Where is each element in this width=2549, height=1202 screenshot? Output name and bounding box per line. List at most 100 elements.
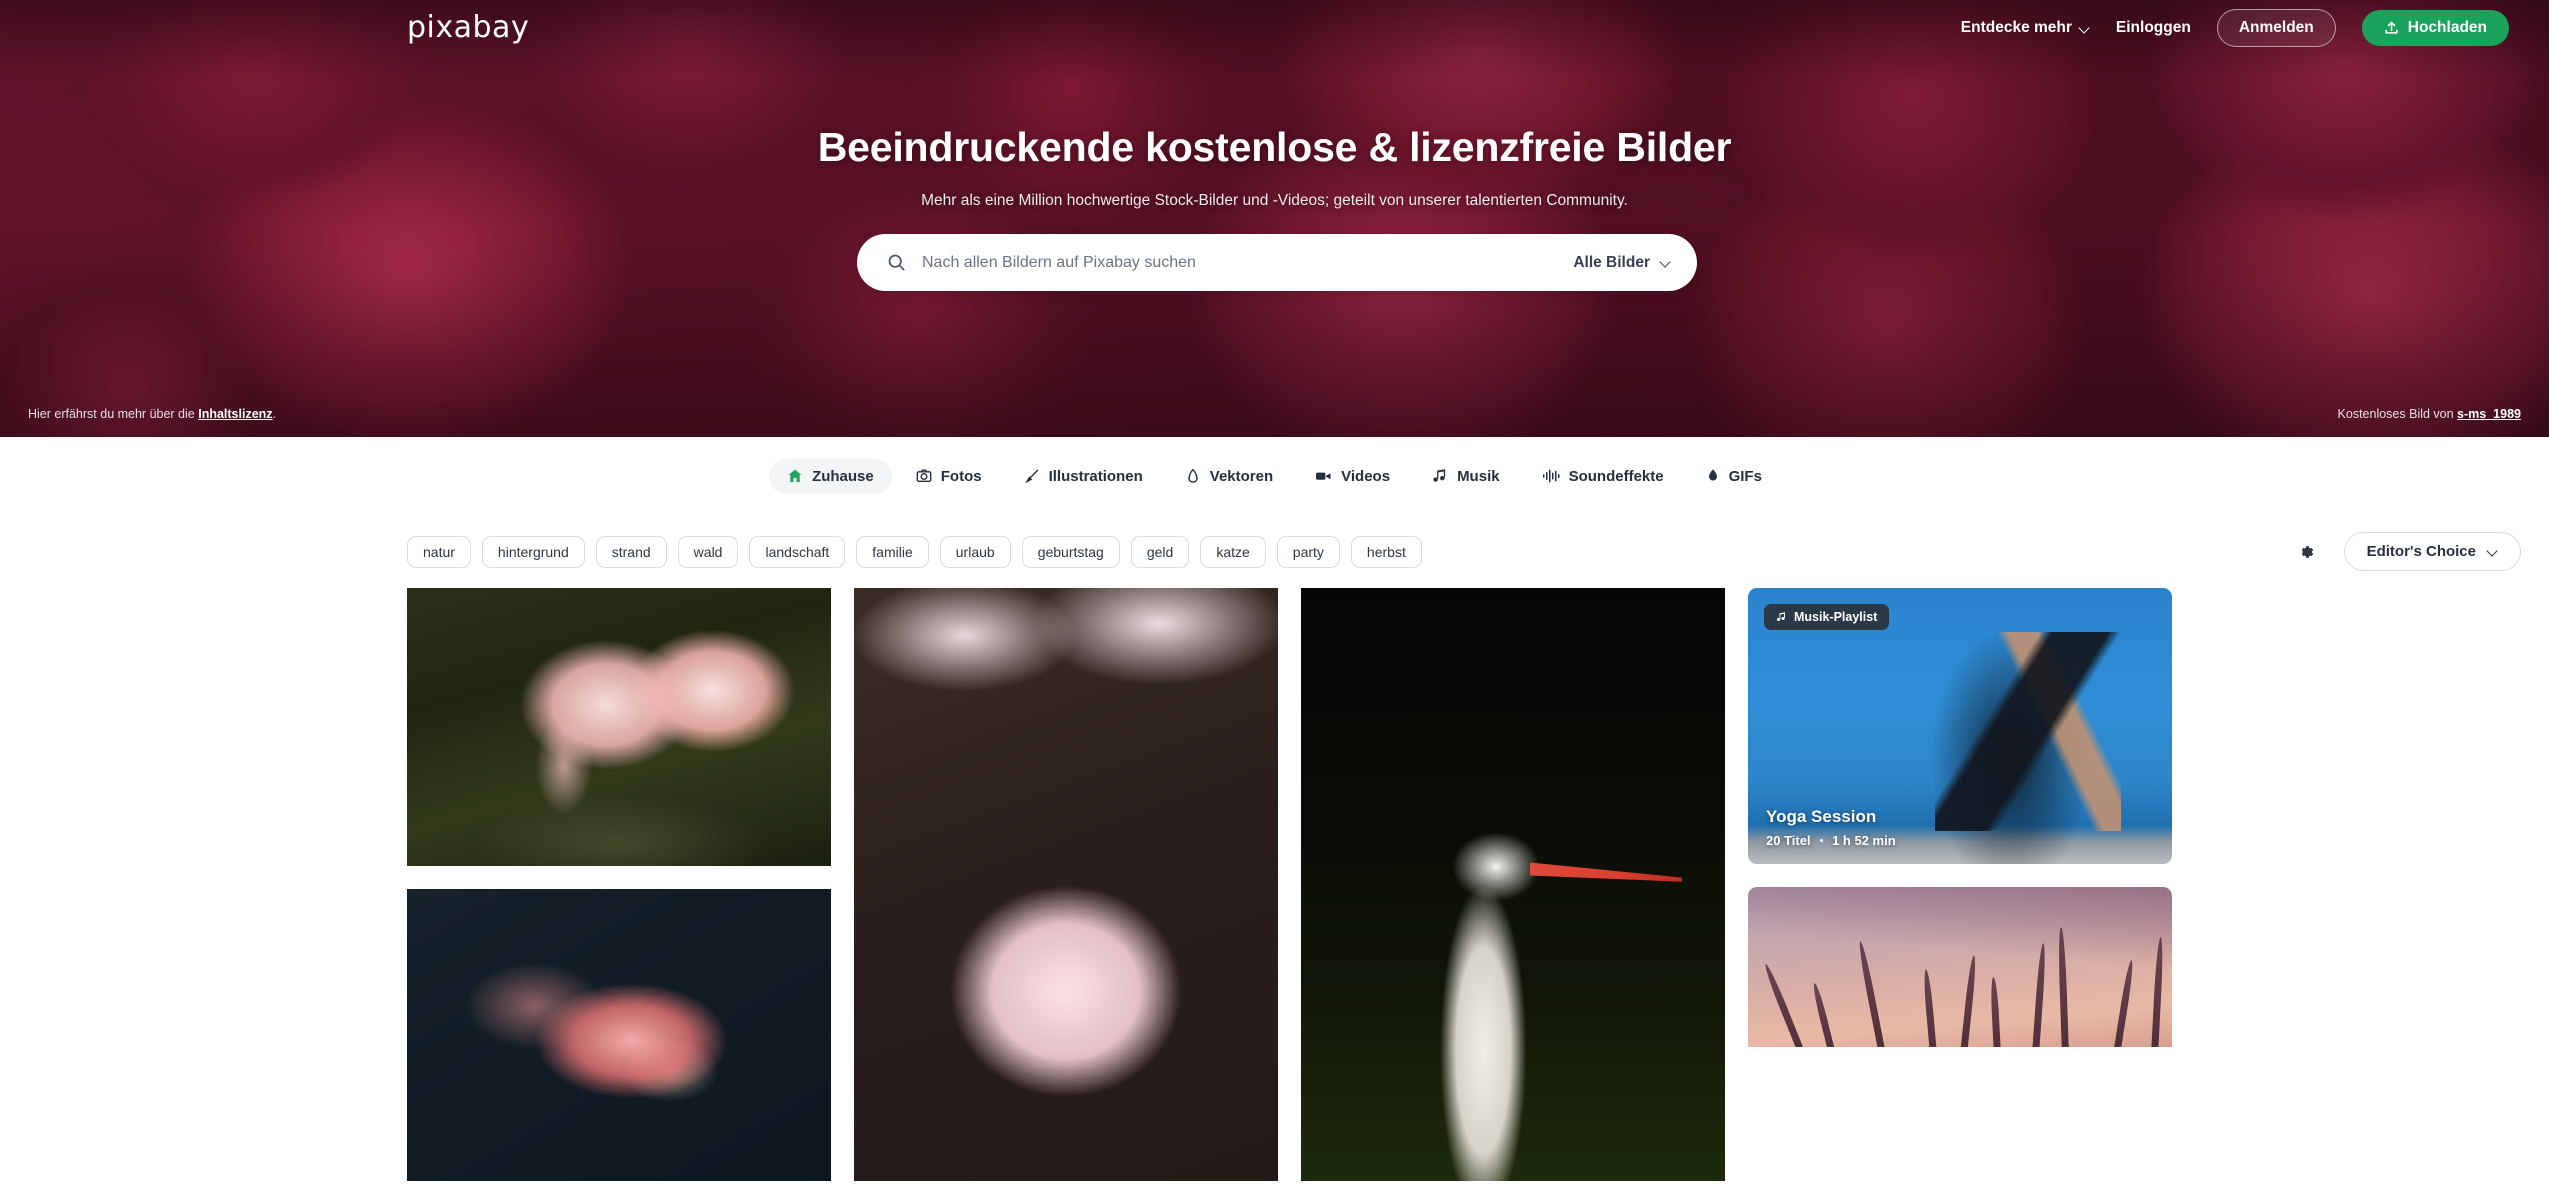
filter-controls: Editor's Choice [2296, 532, 2521, 571]
search-icon[interactable] [887, 253, 906, 272]
tag-chip[interactable]: geld [1130, 535, 1190, 568]
tab-zuhause[interactable]: Zuhause [769, 458, 892, 494]
tab-videos[interactable]: Videos [1297, 459, 1408, 494]
tag-chip[interactable]: strand [595, 535, 667, 568]
tag-chip[interactable]: wald [677, 535, 739, 568]
gallery-column [407, 588, 831, 1181]
sort-dropdown-label: Editor's Choice [2366, 543, 2476, 560]
hero-text-block: Beeindruckende kostenlose & lizenzfreie … [0, 124, 2549, 210]
tag-chip[interactable]: geburtstag [1021, 535, 1120, 568]
playlist-duration: 1 h 52 min [1832, 833, 1896, 848]
search-input[interactable] [906, 253, 1556, 272]
gallery-item-stork[interactable] [1301, 588, 1725, 1181]
upload-button[interactable]: Hochladen [2361, 10, 2509, 46]
gallery-column [854, 588, 1278, 1181]
chevron-down-icon [2487, 546, 2498, 557]
music-note-icon [1776, 612, 1786, 621]
playlist-title: Yoga Session [1766, 807, 1877, 826]
tab-soundeffekte[interactable]: Soundeffekte [1524, 459, 1682, 494]
separator-dot [1819, 838, 1824, 843]
tab-musik[interactable]: Musik [1414, 459, 1518, 494]
yoga-figure [1934, 632, 2122, 831]
tag-chip[interactable]: urlaub [939, 535, 1011, 568]
image-gallery: Musik-Playlist Yoga Session 20 Titel 1 h… [0, 588, 2549, 1181]
hero-banner: pixabay Entdecke mehr Einloggen Anmelden… [0, 0, 2549, 437]
droplet-icon [1708, 469, 1717, 481]
brush-icon [1024, 469, 1038, 484]
tab-soundeffekte-label: Soundeffekte [1568, 467, 1664, 485]
grass-blade [1922, 969, 1938, 1047]
top-navigation-bar: pixabay Entdecke mehr Einloggen Anmelden… [0, 0, 2549, 56]
playlist-info: Yoga Session 20 Titel 1 h 52 min [1766, 807, 1896, 848]
stork-beak [1529, 862, 1682, 882]
playlist-badge-label: Musik-Playlist [1794, 610, 1878, 624]
music-note-icon [1433, 469, 1446, 482]
tag-chip[interactable]: landschaft [749, 535, 846, 568]
tab-videos-label: Videos [1341, 467, 1391, 485]
tab-vektoren[interactable]: Vektoren [1167, 459, 1291, 494]
grass-blade [2112, 959, 2135, 1047]
tag-chip[interactable]: natur [407, 535, 471, 568]
tab-illustrationen[interactable]: Illustrationen [1006, 459, 1161, 494]
gear-icon[interactable] [2296, 542, 2316, 562]
home-icon [788, 469, 802, 483]
tag-chip[interactable]: party [1276, 535, 1340, 568]
top-nav-links: Entdecke mehr Einloggen Anmelden Hochlad… [1961, 9, 2509, 47]
sort-dropdown[interactable]: Editor's Choice [2343, 532, 2521, 571]
license-note-suffix: . [272, 407, 277, 421]
grass-blade [1810, 982, 1836, 1047]
image-credit-prefix: Kostenloses Bild von [2337, 407, 2458, 421]
grass-blade [2057, 926, 2069, 1047]
chevron-down-icon [1660, 257, 1671, 268]
search-type-label: Alle Bilder [1573, 253, 1650, 271]
gallery-column [1301, 588, 1725, 1181]
waveform-icon [1542, 469, 1560, 483]
hero-overlay [0, 0, 2549, 437]
search-type-dropdown[interactable]: Alle Bilder [1555, 254, 1671, 272]
nav-login[interactable]: Einloggen [2116, 19, 2191, 37]
upload-icon [2385, 21, 2398, 34]
nav-discover-label: Entdecke mehr [1960, 19, 2072, 36]
gallery-column: Musik-Playlist Yoga Session 20 Titel 1 h… [1748, 588, 2172, 1047]
gallery-item-music-playlist[interactable]: Musik-Playlist Yoga Session 20 Titel 1 h… [1748, 588, 2172, 864]
grass-blade [1762, 962, 1806, 1047]
content-license-link[interactable]: Inhaltslizenz [198, 407, 272, 421]
tag-chip[interactable]: katze [1200, 535, 1266, 568]
grass-blade [1857, 940, 1887, 1047]
tab-fotos-label: Fotos [940, 467, 982, 485]
tab-gifs[interactable]: GIFs [1688, 459, 1780, 494]
hero-footer: Hier erfährst du mehr über die Inhaltsli… [0, 391, 2549, 437]
upload-button-label: Hochladen [2407, 19, 2487, 36]
tab-musik-label: Musik [1457, 467, 1500, 485]
category-tab-bar: Zuhause Fotos Illustrationen Vektoren Vi… [0, 437, 2549, 515]
grass-blade [2032, 943, 2047, 1047]
image-author-link[interactable]: s-ms_1989 [2457, 407, 2521, 421]
playlist-meta: 20 Titel 1 h 52 min [1766, 833, 1896, 848]
gallery-item-chrysanthemum[interactable] [854, 588, 1278, 1181]
gallery-item-grass-sunset[interactable] [1748, 887, 2172, 1047]
hero-subtitle: Mehr als eine Million hochwertige Stock-… [921, 192, 1628, 209]
playlist-track-count: 20 Titel [1766, 833, 1811, 848]
grass-blade [1960, 955, 1978, 1047]
video-camera-icon [1316, 472, 1331, 480]
tab-fotos[interactable]: Fotos [898, 459, 1000, 494]
chevron-down-icon [2079, 23, 2090, 34]
image-credit: Kostenloses Bild von s-ms_1989 [2338, 407, 2521, 421]
pixabay-logo[interactable]: pixabay [407, 13, 529, 43]
grass-blade [1989, 976, 2001, 1047]
tab-illustrationen-label: Illustrationen [1048, 467, 1143, 485]
gallery-item-flamingos[interactable] [407, 588, 831, 866]
tag-chip[interactable]: familie [856, 535, 929, 568]
tab-zuhause-label: Zuhause [812, 467, 874, 485]
hero-title: Beeindruckende kostenlose & lizenzfreie … [817, 124, 1732, 170]
popular-tags: natur hintergrund strand wald landschaft… [407, 535, 1422, 568]
grass-blade [2150, 936, 2164, 1047]
nav-discover-more[interactable]: Entdecke mehr [1961, 19, 2090, 37]
gallery-item-lotus[interactable] [407, 889, 831, 1181]
tab-vektoren-label: Vektoren [1209, 467, 1274, 485]
tag-chip[interactable]: hintergrund [481, 535, 585, 568]
pen-nib-icon [1188, 468, 1198, 483]
playlist-badge: Musik-Playlist [1764, 604, 1890, 630]
tag-chip[interactable]: herbst [1350, 535, 1422, 568]
signup-button[interactable]: Anmelden [2216, 9, 2336, 47]
